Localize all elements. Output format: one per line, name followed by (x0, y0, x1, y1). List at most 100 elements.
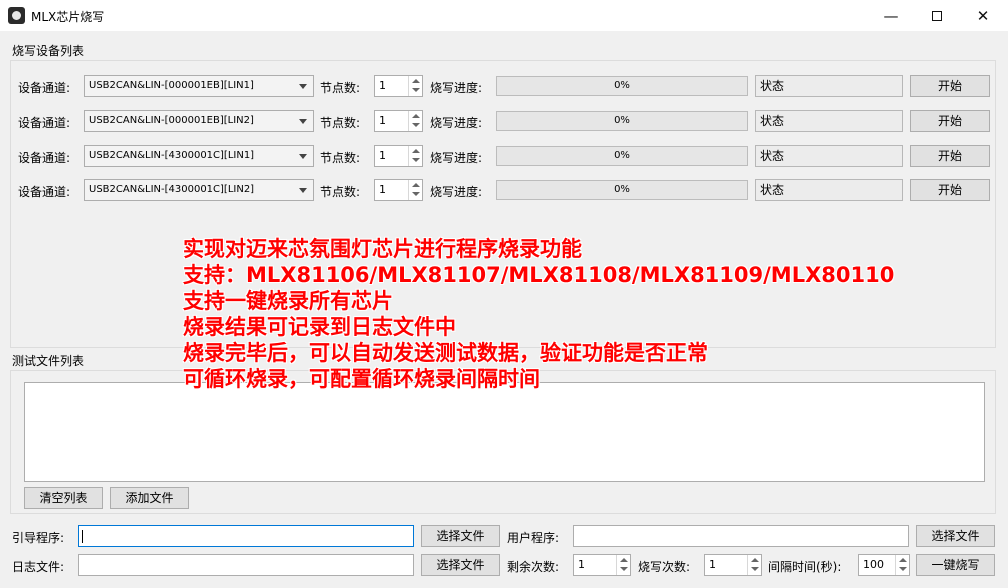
down-arrow-icon (412, 192, 420, 196)
minimize-icon: — (883, 6, 899, 25)
one-key-burn-button[interactable]: 一键烧写 (916, 554, 995, 576)
channel-value: USB2CAN&LIN-[4300001C][LIN2] (89, 184, 255, 195)
chevron-down-icon (299, 188, 307, 193)
start-button[interactable]: 开始 (910, 110, 990, 132)
channel-label: 设备通道: (18, 151, 71, 165)
progress-text: 0% (614, 150, 630, 161)
channel-select[interactable]: USB2CAN&LIN-[000001EB][LIN2] (84, 110, 314, 132)
chevron-down-icon (299, 84, 307, 89)
channel-label: 设备通道: (18, 81, 71, 95)
file-group-title: 测试文件列表 (12, 354, 85, 368)
window-title: MLX芯片烧写 (31, 10, 105, 24)
up-arrow-icon (620, 558, 628, 562)
burn-progress-label: 烧写进度: (430, 81, 483, 95)
stepper-arrows[interactable] (408, 76, 422, 96)
title-bar: MLX芯片烧写 — ✕ (0, 0, 1008, 31)
annotation-line: 支持：MLX81106/MLX81107/MLX81108/MLX81109/M… (183, 263, 895, 287)
annotation-line: 支持一键烧录所有芯片 (183, 289, 393, 313)
stepper-arrows[interactable] (747, 555, 761, 575)
up-arrow-icon (412, 79, 420, 83)
interval-value: 100 (863, 558, 884, 571)
node-count-value: 1 (379, 183, 386, 196)
chevron-down-icon (299, 119, 307, 124)
start-button[interactable]: 开始 (910, 145, 990, 167)
minimize-button[interactable]: — (868, 0, 914, 31)
node-count-stepper[interactable]: 1 (374, 145, 423, 167)
stepper-arrows[interactable] (408, 111, 422, 131)
node-count-stepper[interactable]: 1 (374, 179, 423, 201)
test-file-list[interactable] (24, 382, 985, 482)
channel-select[interactable]: USB2CAN&LIN-[000001EB][LIN1] (84, 75, 314, 97)
stepper-arrows[interactable] (616, 555, 630, 575)
progress-text: 0% (614, 115, 630, 126)
channel-select[interactable]: USB2CAN&LIN-[4300001C][LIN1] (84, 145, 314, 167)
node-count-label: 节点数: (320, 185, 361, 199)
status-field: 状态 (755, 110, 903, 132)
channel-select[interactable]: USB2CAN&LIN-[4300001C][LIN2] (84, 179, 314, 201)
log-file-label: 日志文件: (12, 560, 65, 574)
node-count-label: 节点数: (320, 116, 361, 130)
app-icon (8, 7, 25, 24)
down-arrow-icon (899, 567, 907, 571)
boot-program-label: 引导程序: (12, 531, 65, 545)
user-program-label: 用户程序: (507, 531, 560, 545)
remain-count-value: 1 (578, 558, 585, 571)
text-caret (82, 530, 83, 543)
remain-count-stepper[interactable]: 1 (573, 554, 631, 576)
annotation-line: 烧录结果可记录到日志文件中 (183, 315, 456, 339)
node-count-stepper[interactable]: 1 (374, 110, 423, 132)
remain-count-label: 剩余次数: (507, 560, 560, 574)
stepper-arrows[interactable] (408, 180, 422, 200)
channel-label: 设备通道: (18, 116, 71, 130)
up-arrow-icon (412, 183, 420, 187)
start-button[interactable]: 开始 (910, 75, 990, 97)
maximize-icon (932, 10, 942, 21)
status-field: 状态 (755, 75, 903, 97)
progress-text: 0% (614, 184, 630, 195)
burn-progress-bar: 0% (496, 146, 748, 166)
start-button[interactable]: 开始 (910, 179, 990, 201)
burn-progress-bar: 0% (496, 111, 748, 131)
down-arrow-icon (412, 88, 420, 92)
progress-text: 0% (614, 80, 630, 91)
node-count-label: 节点数: (320, 81, 361, 95)
select-boot-file-button[interactable]: 选择文件 (421, 525, 500, 547)
channel-value: USB2CAN&LIN-[000001EB][LIN1] (89, 80, 254, 91)
status-field: 状态 (755, 145, 903, 167)
channel-value: USB2CAN&LIN-[000001EB][LIN2] (89, 115, 254, 126)
select-user-file-button[interactable]: 选择文件 (916, 525, 995, 547)
up-arrow-icon (412, 114, 420, 118)
down-arrow-icon (412, 158, 420, 162)
node-count-value: 1 (379, 149, 386, 162)
burn-progress-label: 烧写进度: (430, 151, 483, 165)
up-arrow-icon (412, 149, 420, 153)
node-count-stepper[interactable]: 1 (374, 75, 423, 97)
maximize-button[interactable] (914, 0, 960, 31)
clear-list-button[interactable]: 清空列表 (24, 487, 103, 509)
stepper-arrows[interactable] (408, 146, 422, 166)
annotation-line: 烧录完毕后，可以自动发送测试数据，验证功能是否正常 (183, 341, 708, 365)
burn-count-value: 1 (709, 558, 716, 571)
close-button[interactable]: ✕ (960, 0, 1006, 31)
burn-count-label: 烧写次数: (638, 560, 691, 574)
add-file-button[interactable]: 添加文件 (110, 487, 189, 509)
channel-label: 设备通道: (18, 185, 71, 199)
burn-count-stepper[interactable]: 1 (704, 554, 762, 576)
select-log-file-button[interactable]: 选择文件 (421, 554, 500, 576)
down-arrow-icon (620, 567, 628, 571)
device-group-title: 烧写设备列表 (12, 44, 85, 58)
up-arrow-icon (751, 558, 759, 562)
node-count-value: 1 (379, 79, 386, 92)
boot-program-field[interactable] (78, 525, 414, 547)
burn-progress-bar: 0% (496, 180, 748, 200)
stepper-arrows[interactable] (895, 555, 909, 575)
close-icon: ✕ (976, 6, 990, 25)
log-file-field[interactable] (78, 554, 414, 576)
burn-progress-label: 烧写进度: (430, 116, 483, 130)
annotation-line: 实现对迈来芯氛围灯芯片进行程序烧录功能 (183, 237, 582, 261)
up-arrow-icon (899, 558, 907, 562)
user-program-field[interactable] (573, 525, 909, 547)
interval-stepper[interactable]: 100 (858, 554, 910, 576)
interval-label: 间隔时间(秒): (768, 560, 842, 574)
node-count-value: 1 (379, 114, 386, 127)
